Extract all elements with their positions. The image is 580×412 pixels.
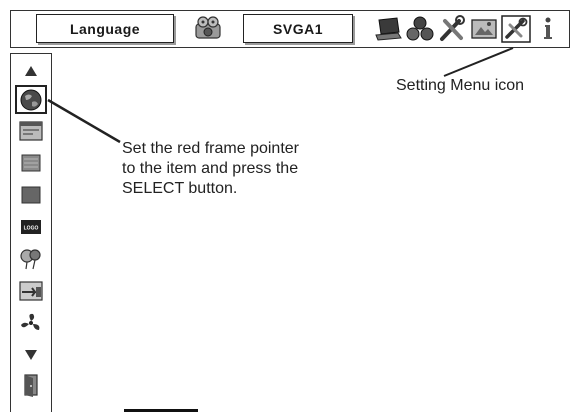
setting-menu-callout-text: Setting Menu icon [396,77,525,94]
language-label: Language [69,20,141,37]
select-leader-line [47,98,121,144]
keystone-icon[interactable] [17,150,45,176]
blank-icon[interactable] [17,182,45,208]
select-instruction-line2: to the item and press the [122,160,299,177]
language-indicator[interactable]: Language [36,14,174,43]
resolution-indicator[interactable]: SVGA1 [243,14,353,43]
tools-icon[interactable] [437,15,467,43]
window-icon[interactable] [17,118,45,144]
setting-menu-icon[interactable] [501,15,531,43]
balloon-icon[interactable] [17,246,45,272]
logo-icon[interactable]: LOGO [17,214,45,240]
input-cable-icon[interactable] [17,278,45,304]
setting-menu-callout: Setting Menu icon [396,76,524,96]
scroll-down-icon[interactable] [17,342,45,368]
resolution-label: SVGA1 [273,20,323,37]
people-icon[interactable] [405,15,435,43]
setting-menu-leader-line [443,47,514,77]
select-instruction-line3: SELECT button. [122,180,238,197]
side-menu: LOGO [10,53,52,412]
projector-icon[interactable] [193,15,223,43]
info-icon[interactable] [533,15,563,43]
select-instruction-line1: Set the red frame pointer [122,140,299,157]
menu-bar: Language SVGA1 [10,10,570,48]
select-instruction-callout: Set the red frame pointer to the item an… [122,139,299,199]
exit-door-icon[interactable] [17,372,45,398]
annotation-lines [47,47,514,144]
logo-icon-text: LOGO [24,226,39,232]
screen-icon[interactable] [469,15,499,43]
scroll-up-icon[interactable] [17,58,45,84]
language-globe-icon[interactable] [17,87,45,113]
fan-icon[interactable] [17,310,45,336]
laptop-icon[interactable] [373,15,403,43]
